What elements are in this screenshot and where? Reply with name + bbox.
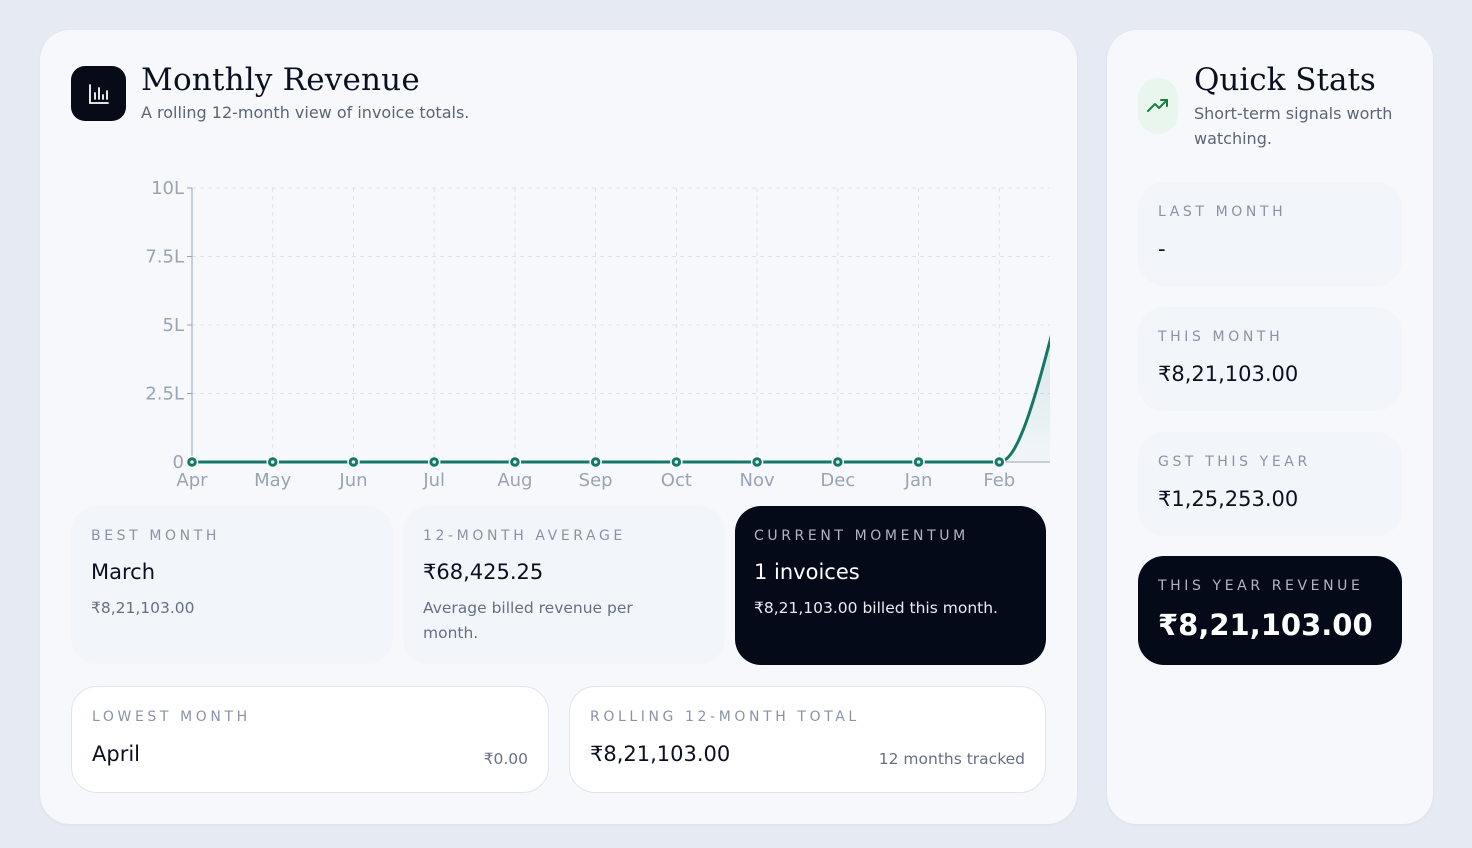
data-point-core [593,460,598,464]
x-tick-label: Nov [740,470,775,491]
data-point-core [755,460,759,464]
x-tick-label: Jun [338,470,367,491]
series-line [192,335,1050,464]
x-tick-label: Dec [820,470,855,491]
panel-title: Monthly Revenue [141,62,420,98]
lowest-month-label: Lowest Month [92,709,251,725]
best-month-amount: ₹8,21,103.00 [91,599,195,617]
quick-stats-panel: Quick Stats Short-term signals worth wat… [1107,30,1433,824]
lowest-month-card: Lowest Month April ₹0.00 [71,686,549,793]
best-month-label: Best Month [91,528,220,544]
average-label: 12-Month Average [423,528,626,544]
stat-label: GST This Year [1158,454,1311,470]
y-tick-label: 2.5L [145,384,184,405]
average-card: 12-Month Average ₹68,425.25 Average bill… [403,506,725,664]
data-point-core [432,460,436,464]
x-tick-label: Apr [176,470,208,491]
momentum-description: ₹8,21,103.00 billed this month. [754,599,998,617]
data-point-core [674,460,679,464]
lowest-month-value: April [92,742,140,766]
y-tick-label: 7.5L [145,247,184,268]
x-tick-label: Oct [661,470,692,491]
best-month-card: Best Month March ₹8,21,103.00 [71,506,393,664]
rolling-total-card: Rolling 12-Month Total ₹8,21,103.00 12 m… [569,686,1046,793]
revenue-chart: 02.5L5L7.5L10LApr May Jun Jul Aug Sep Oct Nov De… [145,178,1050,491]
x-tick-label: May [254,470,292,491]
momentum-label: Current Momentum [754,528,969,544]
chart-series [185,335,1050,469]
data-point-core [836,460,840,464]
stat-last-month: Last Month - [1138,182,1402,286]
rolling-total-value: ₹8,21,103.00 [590,742,731,766]
chart-axes: 02.5L5L7.5L10LApr May Jun Jul Aug Sep Oct Nov De… [145,178,1050,491]
data-point-core [997,460,1002,464]
chart-grid [192,187,1050,463]
x-tick-label: Feb [983,470,1015,491]
stat-label: This Year Revenue [1158,578,1364,594]
stat-value: ₹8,21,103.00 [1158,608,1373,642]
stat-this-year-revenue: This Year Revenue ₹8,21,103.00 [1138,556,1402,665]
stat-label: Last Month [1158,204,1287,220]
stat-gst-this-year: GST This Year ₹1,25,253.00 [1138,432,1402,536]
lowest-month-amount: ₹0.00 [483,750,528,768]
quick-stats-title: Quick Stats [1194,62,1376,98]
x-tick-label: Sep [579,470,613,491]
data-point-core [270,460,275,464]
bar-chart-icon [71,66,126,121]
stat-value: - [1158,237,1166,261]
rolling-total-label: Rolling 12-Month Total [590,709,860,725]
momentum-card: Current Momentum 1 invoices ₹8,21,103.00… [735,506,1046,665]
monthly-revenue-panel: Monthly Revenue A rolling 12-month view … [40,30,1077,824]
x-tick-label: Jan [904,470,933,491]
data-point-core [916,460,921,464]
x-tick-label: Jul [422,470,445,491]
y-tick-label: 5L [163,315,184,336]
x-tick-label: Aug [497,470,532,491]
data-point-core [513,460,517,464]
momentum-value: 1 invoices [754,560,860,584]
average-value: ₹68,425.25 [423,560,544,584]
data-point-core [190,460,194,464]
quick-stats-subtitle: Short-term signals worth watching. [1194,104,1393,148]
stat-value: ₹1,25,253.00 [1158,487,1299,511]
months-tracked: 12 months tracked [878,750,1025,768]
panel-subtitle: A rolling 12-month view of invoice total… [141,103,470,122]
y-tick-label: 10L [151,178,184,199]
stat-value: ₹8,21,103.00 [1158,362,1299,386]
data-point-core [351,460,356,464]
stat-this-month: This Month ₹8,21,103.00 [1138,307,1402,411]
stat-label: This Month [1158,329,1284,345]
trending-up-icon [1138,78,1178,134]
series-area [192,340,1050,462]
average-description: Average billed revenue per month. [423,599,633,642]
best-month-value: March [91,560,156,584]
